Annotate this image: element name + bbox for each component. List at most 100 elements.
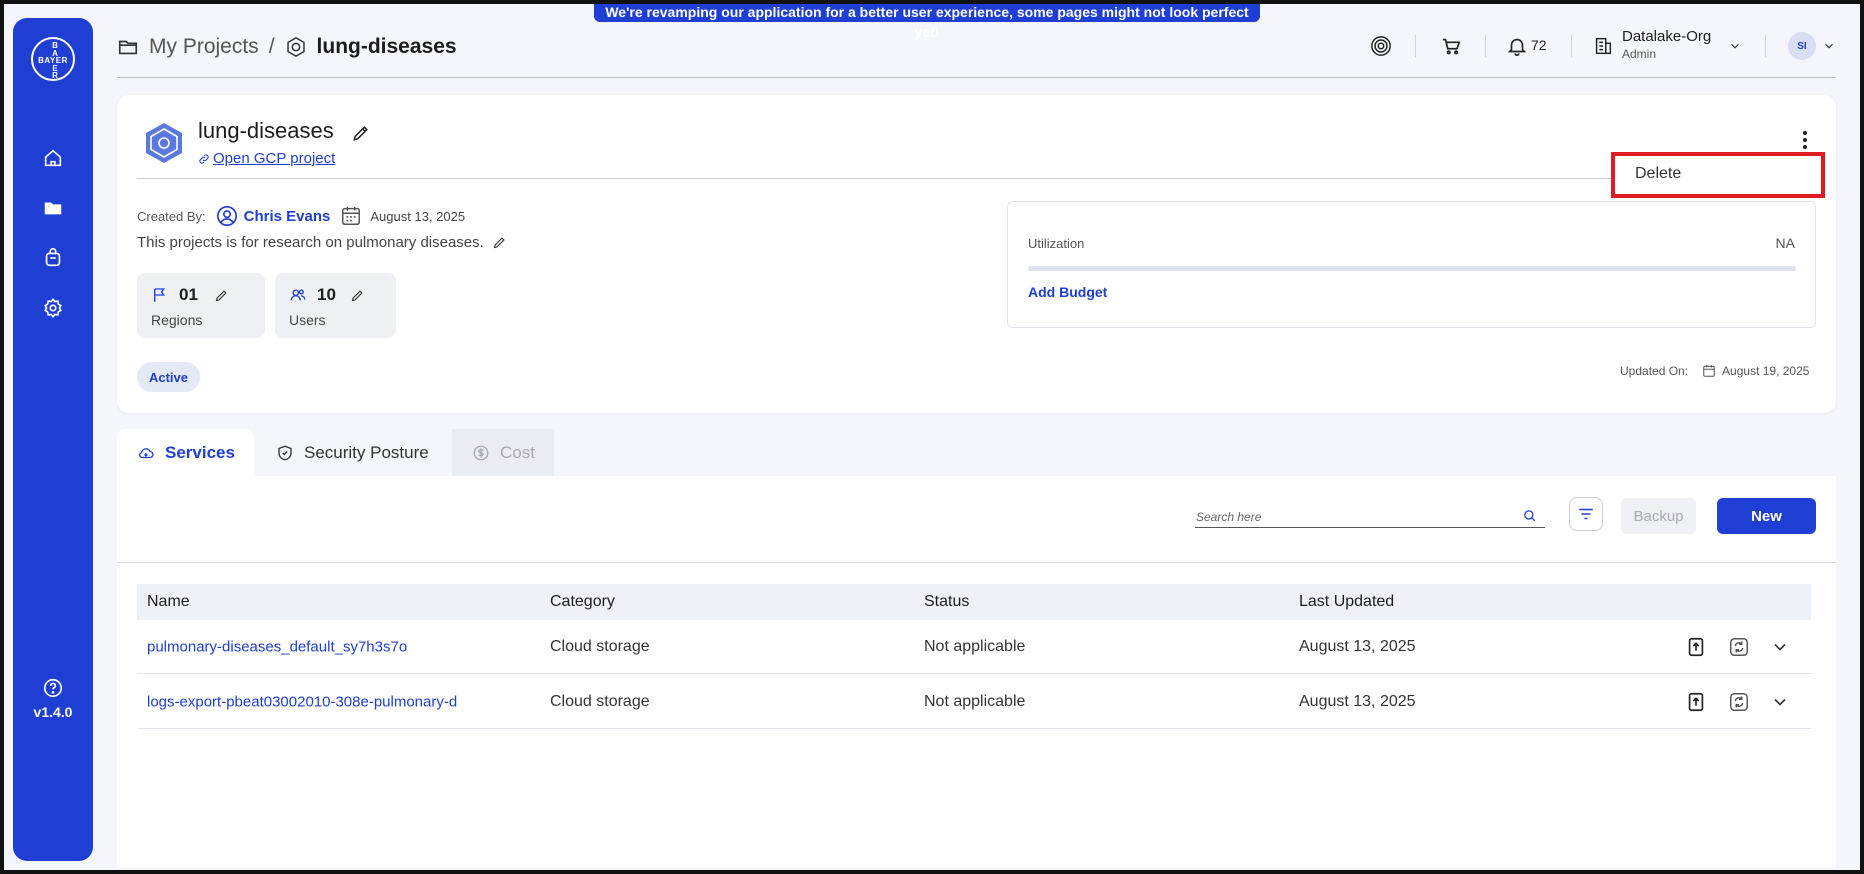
breadcrumb-my-projects[interactable]: My Projects	[149, 35, 259, 59]
search-placeholder: Search here	[1196, 510, 1262, 524]
service-category: Cloud storage	[550, 637, 650, 655]
app-version: v1.4.0	[33, 704, 73, 720]
filter-icon	[1579, 508, 1593, 520]
flag-icon	[154, 288, 166, 302]
edit-title-icon[interactable]	[351, 123, 371, 143]
sidebar-item-marketplace[interactable]	[41, 246, 65, 270]
column-header-name[interactable]: Name	[147, 593, 190, 611]
add-budget-link[interactable]: Add Budget	[1028, 284, 1107, 300]
breadcrumb-current: lung-diseases	[316, 35, 457, 58]
chevron-down-icon[interactable]	[1770, 637, 1790, 657]
org-name[interactable]: Datalake-Org	[1622, 28, 1711, 45]
project-badge-icon	[286, 36, 305, 58]
cart-button[interactable]	[1438, 33, 1464, 59]
dollar-icon	[473, 445, 489, 460]
tab-security-posture[interactable]: Security Posture	[256, 429, 452, 476]
calendar-icon	[1703, 365, 1715, 377]
filter-button[interactable]	[1569, 497, 1603, 531]
home-icon	[44, 149, 62, 167]
sidebar-item-settings[interactable]	[41, 296, 65, 320]
project-title: lung-diseases	[198, 118, 334, 143]
edit-users-icon[interactable]	[350, 288, 365, 303]
regions-count: 01	[179, 285, 198, 304]
delete-menu-item[interactable]: Delete	[1611, 152, 1825, 198]
sidebar: BA ER BAYER v1.4.0	[13, 18, 93, 861]
users-icon	[290, 289, 306, 301]
help-button[interactable]	[41, 676, 65, 700]
bayer-logo[interactable]: BA ER BAYER	[31, 37, 75, 81]
new-button[interactable]: New	[1717, 498, 1816, 534]
gcp-link-label: Open GCP project	[213, 150, 336, 167]
service-status: Not applicable	[924, 637, 1026, 655]
column-header-status[interactable]: Status	[924, 593, 969, 611]
header-divider-line	[117, 77, 1836, 78]
service-name-link[interactable]: logs-export-pbeat03002010-308e-pulmonary…	[147, 693, 457, 710]
org-switcher-icon-wrap[interactable]	[1590, 33, 1616, 59]
bag-icon	[45, 248, 61, 267]
updated-label: Updated On:	[1620, 364, 1689, 378]
edit-regions-icon[interactable]	[214, 288, 229, 303]
card-divider	[137, 178, 1817, 179]
search-input[interactable]: Search here	[1195, 504, 1545, 528]
regions-stat-card[interactable]: 01 Regions	[137, 273, 265, 338]
sidebar-item-projects[interactable]	[41, 196, 65, 220]
upload-icon[interactable]	[1685, 636, 1707, 658]
chevron-down-icon[interactable]	[1728, 39, 1742, 53]
upload-icon[interactable]	[1685, 691, 1707, 713]
support-button[interactable]	[1368, 33, 1394, 59]
shield-icon	[278, 445, 292, 460]
service-category: Cloud storage	[550, 692, 650, 710]
folder-icon	[44, 202, 62, 215]
users-count: 10	[317, 285, 336, 304]
regions-label: Regions	[151, 312, 203, 328]
lifebuoy-icon	[1371, 36, 1391, 56]
column-header-last-updated[interactable]: Last Updated	[1299, 593, 1394, 611]
link-icon	[199, 153, 209, 164]
updated-on: Updated On: August 19, 2025	[1620, 364, 1809, 378]
chevron-down-icon[interactable]	[1770, 692, 1790, 712]
edit-description-icon[interactable]	[492, 235, 507, 250]
table-row: pulmonary-diseases_default_sy7h3s7o Clou…	[137, 620, 1811, 674]
users-label: Users	[289, 312, 326, 328]
bell-icon	[1507, 38, 1527, 56]
search-icon[interactable]	[1522, 508, 1537, 523]
created-by-label: Created By:	[137, 208, 206, 224]
chevron-down-icon[interactable]	[1822, 39, 1836, 53]
service-name-link[interactable]: pulmonary-diseases_default_sy7h3s7o	[147, 638, 407, 655]
project-hexagon-icon	[146, 123, 182, 163]
description-text: This projects is for research on pulmona…	[137, 234, 484, 251]
open-gcp-project-link[interactable]: Open GCP project	[198, 150, 335, 167]
header-divider	[1415, 35, 1416, 57]
creator-name[interactable]: Chris Evans	[244, 208, 331, 225]
building-icon	[1595, 37, 1612, 55]
notifications-button[interactable]	[1504, 33, 1530, 59]
notification-count: 72	[1531, 37, 1547, 53]
header-divider	[1765, 35, 1766, 57]
project-meta: Created By: Chris Evans August 13, 2025	[137, 204, 465, 228]
users-stat-card[interactable]: 10 Users	[275, 273, 396, 338]
cloud-icon	[139, 447, 154, 458]
cart-icon	[1442, 38, 1461, 55]
backup-button[interactable]: Backup	[1621, 498, 1696, 534]
avatar[interactable]: SI	[1788, 32, 1816, 60]
table-header: Name Category Status Last Updated	[137, 584, 1811, 620]
utilization-value: NA	[1775, 235, 1795, 251]
toolbar-divider	[117, 562, 1836, 563]
delete-label: Delete	[1635, 165, 1682, 182]
table-row: logs-export-pbeat03002010-308e-pulmonary…	[137, 675, 1811, 729]
kebab-menu-icon[interactable]	[1797, 128, 1813, 152]
created-date: August 13, 2025	[370, 208, 466, 224]
service-last-updated: August 13, 2025	[1299, 637, 1416, 655]
tab-services[interactable]: Services	[117, 429, 254, 476]
sidebar-item-home[interactable]	[41, 146, 65, 170]
column-header-category[interactable]: Category	[550, 593, 615, 611]
backup-sync-icon[interactable]	[1728, 636, 1750, 658]
calendar-icon	[342, 206, 361, 225]
tab-security-posture-label: Security Posture	[304, 442, 429, 462]
updated-date: August 19, 2025	[1722, 364, 1810, 378]
backup-sync-icon[interactable]	[1728, 691, 1750, 713]
service-status: Not applicable	[924, 692, 1026, 710]
tab-cost[interactable]: Cost	[452, 429, 554, 476]
gear-icon	[44, 297, 62, 319]
header-divider	[1485, 35, 1486, 57]
